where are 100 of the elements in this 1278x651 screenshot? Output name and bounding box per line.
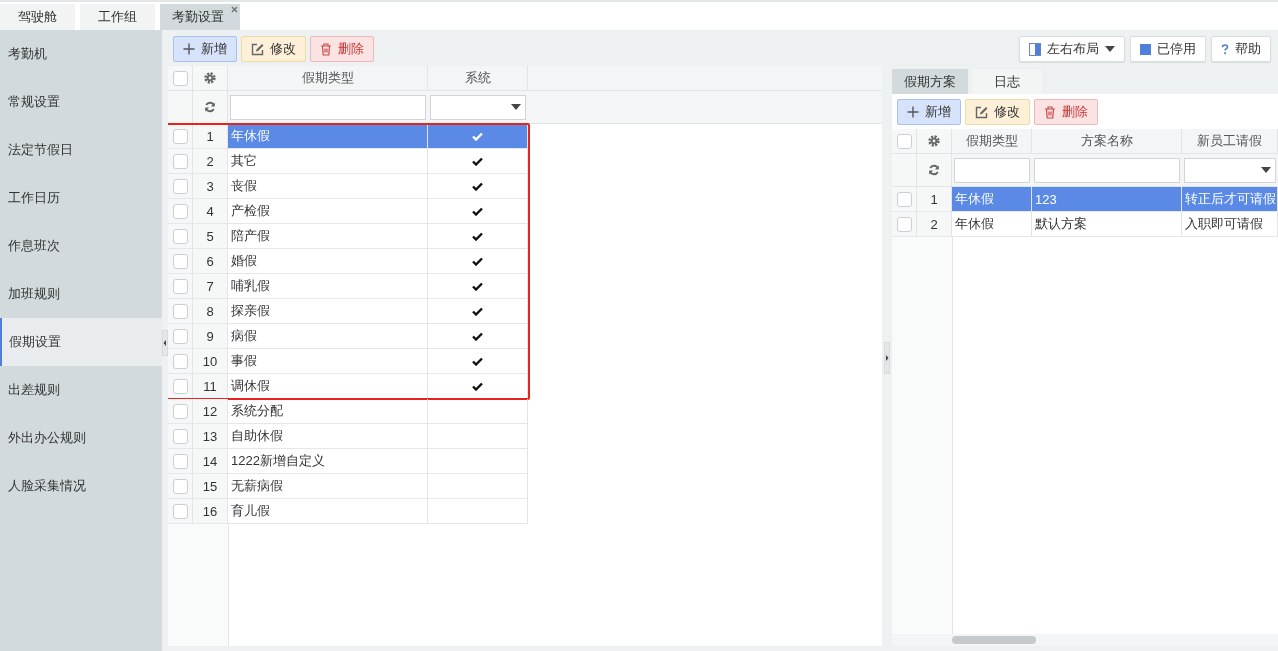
tab[interactable]: 日志 xyxy=(972,69,1042,94)
table-cell: 其它 xyxy=(228,149,428,173)
row-number: 15 xyxy=(193,474,228,498)
row-checkbox[interactable] xyxy=(172,178,188,194)
toolbar-button[interactable]: 已停用 xyxy=(1130,36,1206,62)
settings-icon[interactable] xyxy=(928,135,940,147)
check-icon xyxy=(472,231,483,241)
column-header[interactable]: 新员工请假 xyxy=(1182,129,1278,153)
collapse-handle-icon[interactable] xyxy=(162,330,168,356)
table-cell: 系统分配 xyxy=(228,399,428,423)
row-number: 8 xyxy=(193,299,228,323)
table-cell: 育儿假 xyxy=(228,499,428,523)
check-icon xyxy=(472,281,483,291)
table-cell: 调休假 xyxy=(228,374,428,398)
tab[interactable]: 工作组 xyxy=(80,4,155,30)
row-checkbox[interactable] xyxy=(172,203,188,219)
select-all-checkbox[interactable] xyxy=(172,70,188,86)
row-checkbox[interactable] xyxy=(172,253,188,269)
tab[interactable]: 考勤设置 xyxy=(160,4,240,30)
column-header[interactable]: 假期类型 xyxy=(228,66,428,90)
row-number: 16 xyxy=(193,499,228,523)
row-number: 12 xyxy=(193,399,228,423)
column-header[interactable]: 方案名称 xyxy=(1032,129,1182,153)
sidebar-item[interactable]: 作息班次 xyxy=(0,222,162,270)
toolbar-button[interactable]: 新增 xyxy=(897,99,961,125)
row-number: 11 xyxy=(193,374,228,398)
table-cell: 无薪病假 xyxy=(228,474,428,498)
close-icon[interactable] xyxy=(231,6,238,13)
row-number: 2 xyxy=(917,212,952,236)
plus-icon xyxy=(183,43,195,55)
table-cell: 哺乳假 xyxy=(228,274,428,298)
toolbar-button[interactable]: 删除 xyxy=(310,36,374,62)
table-cell: 默认方案 xyxy=(1032,212,1182,236)
sidebar-item[interactable]: 出差规则 xyxy=(0,366,162,414)
filter-dropdown[interactable] xyxy=(1184,157,1276,183)
row-checkbox[interactable] xyxy=(172,328,188,344)
toolbar-button[interactable]: 删除 xyxy=(1034,99,1098,125)
check-icon xyxy=(472,131,483,141)
filter-dropdown[interactable] xyxy=(430,94,526,120)
row-number: 10 xyxy=(193,349,228,373)
row-checkbox[interactable] xyxy=(172,153,188,169)
caret-icon xyxy=(1105,46,1115,52)
settings-icon[interactable] xyxy=(204,72,216,84)
row-checkbox[interactable] xyxy=(896,191,912,207)
sidebar-item[interactable]: 考勤机 xyxy=(0,30,162,78)
table-cell: 丧假 xyxy=(228,174,428,198)
column-header[interactable]: 系统 xyxy=(428,66,528,90)
refresh-icon[interactable] xyxy=(928,164,940,176)
column-header[interactable]: 假期类型 xyxy=(952,129,1032,153)
sidebar-item[interactable]: 加班规则 xyxy=(0,270,162,318)
row-checkbox[interactable] xyxy=(172,403,188,419)
table-cell: 陪产假 xyxy=(228,224,428,248)
row-checkbox[interactable] xyxy=(172,478,188,494)
sidebar-item[interactable]: 人脸采集情况 xyxy=(0,462,162,510)
sidebar-item[interactable]: 常规设置 xyxy=(0,78,162,126)
row-checkbox[interactable] xyxy=(896,216,912,232)
row-checkbox[interactable] xyxy=(172,353,188,369)
table-cell: 转正后才可请假 xyxy=(1182,187,1278,211)
row-checkbox[interactable] xyxy=(172,503,188,519)
check-icon xyxy=(472,256,483,266)
filter-field[interactable] xyxy=(1034,157,1180,183)
toolbar-button[interactable]: 修改 xyxy=(965,99,1030,125)
select-all-checkbox[interactable] xyxy=(896,133,912,149)
tab[interactable]: 驾驶舱 xyxy=(0,4,75,30)
toolbar-button[interactable]: 新增 xyxy=(173,36,237,62)
caret-icon xyxy=(1261,167,1271,173)
check-icon xyxy=(472,356,483,366)
table-cell: 自助休假 xyxy=(228,424,428,448)
layout-dropdown[interactable]: 左右布局 xyxy=(1019,36,1125,62)
edit-icon xyxy=(975,105,988,119)
table-cell: 产检假 xyxy=(228,199,428,223)
toolbar-button[interactable]: 帮助 xyxy=(1211,36,1271,62)
row-checkbox[interactable] xyxy=(172,453,188,469)
row-checkbox[interactable] xyxy=(172,278,188,294)
row-checkbox[interactable] xyxy=(172,228,188,244)
toolbar-button[interactable]: 修改 xyxy=(241,36,306,62)
refresh-icon[interactable] xyxy=(204,101,216,113)
filter-field[interactable] xyxy=(954,157,1030,183)
tab[interactable]: 假期方案 xyxy=(892,69,968,94)
row-checkbox[interactable] xyxy=(172,428,188,444)
row-number: 1 xyxy=(193,124,228,148)
row-number: 5 xyxy=(193,224,228,248)
sidebar-item[interactable]: 工作日历 xyxy=(0,174,162,222)
expand-handle-icon[interactable] xyxy=(884,342,890,374)
row-checkbox[interactable] xyxy=(172,378,188,394)
row-number: 6 xyxy=(193,249,228,273)
row-checkbox[interactable] xyxy=(172,128,188,144)
sidebar-item[interactable]: 法定节假日 xyxy=(0,126,162,174)
scrollbar-thumb[interactable] xyxy=(952,636,1036,644)
sidebar-item[interactable]: 外出办公规则 xyxy=(0,414,162,462)
row-checkbox[interactable] xyxy=(172,303,188,319)
columns-icon xyxy=(1029,42,1041,56)
table-cell: 年休假 xyxy=(228,124,428,148)
check-icon xyxy=(472,206,483,216)
check-icon xyxy=(472,156,483,166)
sidebar-item[interactable]: 假期设置 xyxy=(0,318,162,366)
edit-icon xyxy=(251,42,264,56)
filter-field[interactable] xyxy=(230,94,426,120)
table-cell: 入职即可请假 xyxy=(1182,212,1278,236)
check-icon xyxy=(472,181,483,191)
